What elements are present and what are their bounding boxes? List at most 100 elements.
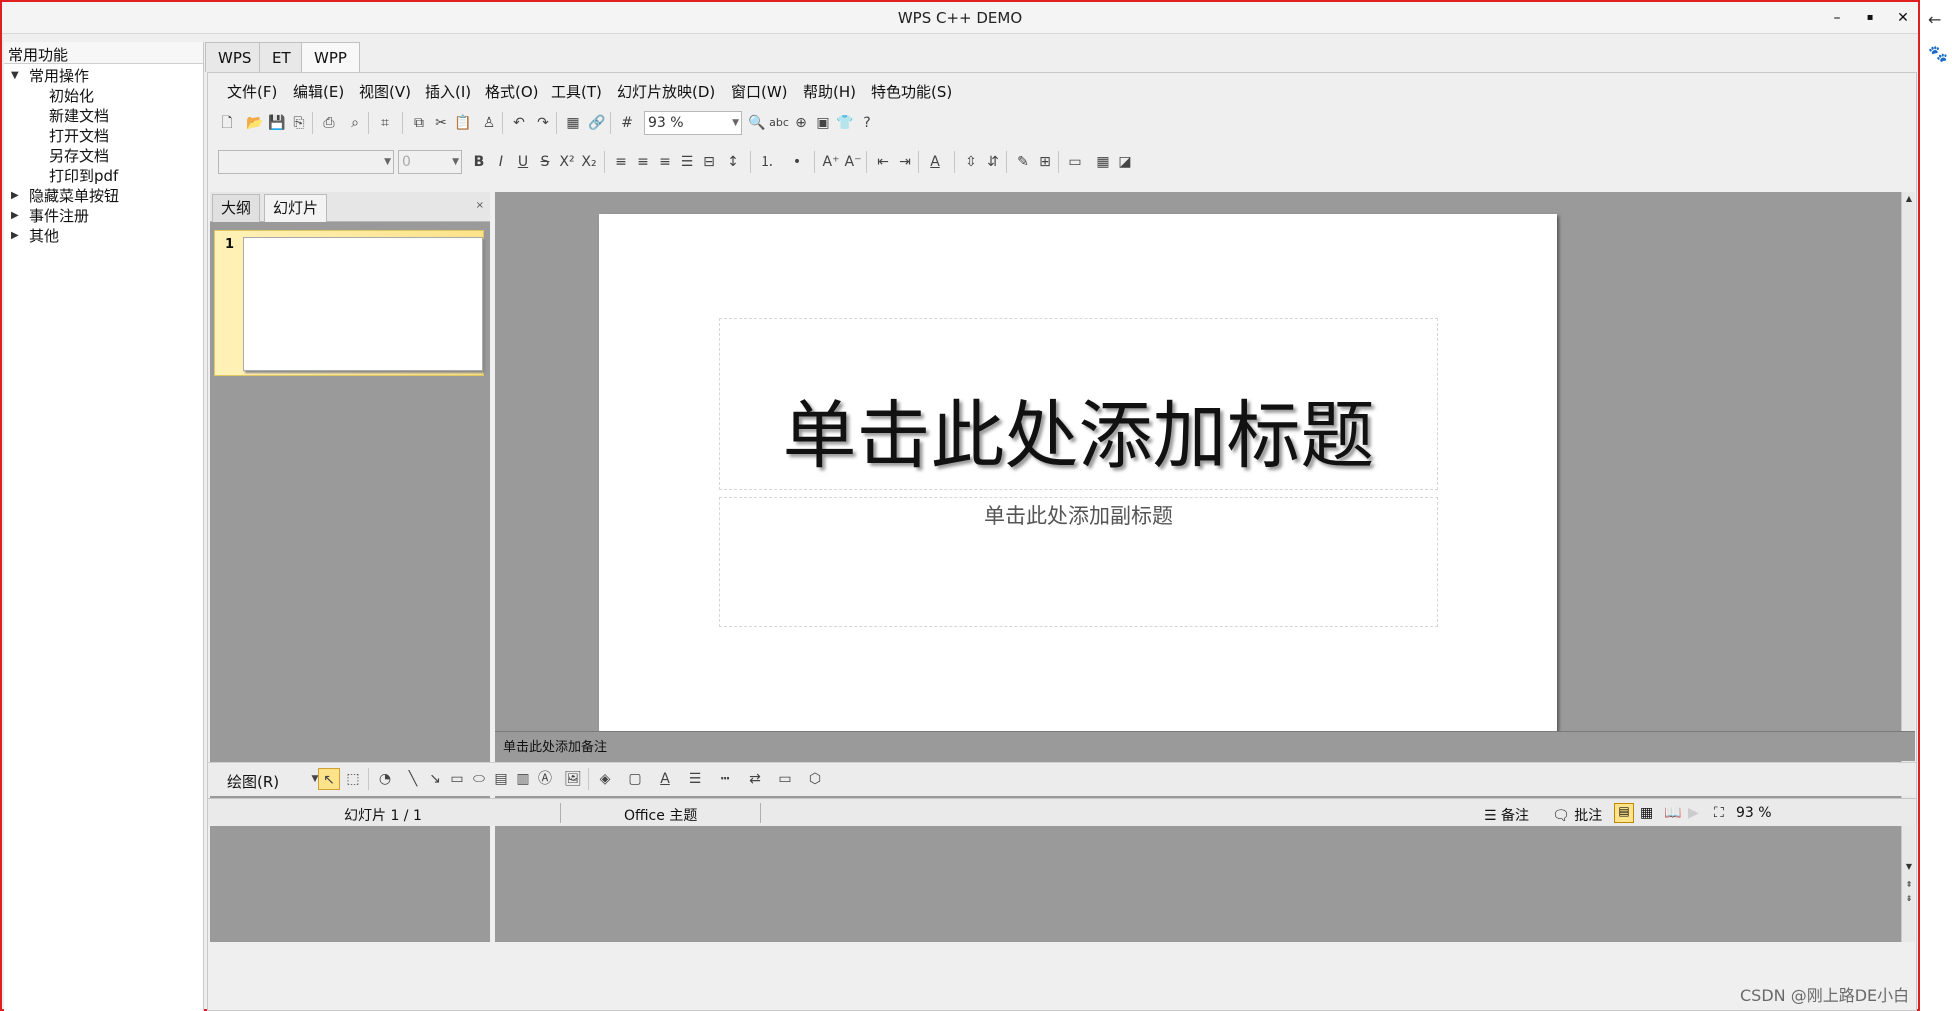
menu-special[interactable]: 特色功能(S) (868, 79, 955, 104)
tree-item-print-pdf[interactable]: 打印到pdf (4, 166, 203, 186)
align-left-icon[interactable]: ≡ (610, 151, 632, 173)
line-style-icon[interactable]: ☰ (684, 768, 706, 790)
save-icon[interactable]: 💾 (266, 112, 288, 134)
vertical-text-icon[interactable]: ▥ (512, 768, 534, 790)
shadow-icon[interactable]: ▭ (774, 768, 796, 790)
superscript-icon[interactable]: X² (556, 151, 578, 173)
dash-style-icon[interactable]: ┅ (714, 768, 736, 790)
line-spacing-icon[interactable]: ↕ (722, 151, 744, 173)
print-icon[interactable]: ⎙ (318, 112, 340, 134)
menu-format[interactable]: 格式(O) (482, 79, 542, 104)
play-icon[interactable]: ▶ (1688, 805, 1699, 821)
redo-icon[interactable]: ↷ (532, 112, 554, 134)
menu-slideshow[interactable]: 幻灯片放映(D) (614, 79, 718, 104)
line-color-icon[interactable]: ▢ (624, 768, 646, 790)
chevron-down-icon[interactable]: ▼ (384, 151, 391, 173)
new-slide-icon[interactable]: ⊞ (1034, 151, 1056, 173)
edit-note-icon[interactable]: ✎ (1012, 151, 1034, 173)
tree-group-other[interactable]: ▶ 其他 (4, 226, 203, 246)
slide-thumbnail-row[interactable]: 1 (214, 230, 484, 376)
spellcheck-icon[interactable]: abc (768, 112, 790, 134)
picture-icon[interactable]: 🖼 (562, 768, 584, 790)
table-icon[interactable]: ▦ (562, 112, 584, 134)
ellipse-icon[interactable]: ⬭ (468, 768, 490, 790)
paint-format-icon[interactable]: ♙ (478, 112, 500, 134)
paw-icon[interactable]: 🐾 (1928, 44, 1948, 63)
wordart-icon[interactable]: Ⓐ (534, 768, 556, 790)
tree-item-new-doc[interactable]: 新建文档 (4, 106, 203, 126)
hyperlink-icon[interactable]: 🔗 (586, 112, 608, 134)
menu-view[interactable]: 视图(V) (356, 79, 414, 104)
grid-icon[interactable]: # (616, 112, 638, 134)
select-area-icon[interactable]: ⬚ (342, 768, 364, 790)
tab-et[interactable]: ET (259, 42, 304, 72)
menu-insert[interactable]: 插入(I) (422, 79, 474, 104)
zoom-combo[interactable]: 93 % ▼ (644, 111, 742, 135)
layout-icon[interactable]: ▭ (1064, 151, 1086, 173)
table-grid-icon[interactable]: ▦ (1092, 151, 1114, 173)
status-zoom[interactable]: 93 % (1736, 805, 1772, 821)
font-color-icon[interactable]: A (654, 768, 676, 790)
justify-icon[interactable]: ☰ (676, 151, 698, 173)
italic-icon[interactable]: I (490, 151, 512, 173)
close-button[interactable]: ✕ (1888, 7, 1918, 29)
tree-group-events[interactable]: ▶ 事件注册 (4, 206, 203, 226)
design-icon[interactable]: ◪ (1114, 151, 1136, 173)
scroll-down-icon[interactable]: ▼ (1904, 862, 1914, 872)
back-arrow-icon[interactable]: ← (1928, 10, 1941, 29)
next-slide-icon[interactable]: ⇟ (1904, 894, 1914, 904)
normal-view-icon[interactable]: ▤ (1614, 803, 1634, 823)
menu-help[interactable]: 帮助(H) (800, 79, 859, 104)
numbered-list-icon[interactable]: ⒈ (756, 151, 778, 173)
comments-toggle[interactable]: 🗨 批注 (1552, 805, 1602, 825)
text-box-icon[interactable]: ▣ (812, 112, 834, 134)
font-name-combo[interactable]: ▼ (218, 150, 394, 174)
paragraph-spacing-icon[interactable]: ⇳ (960, 151, 982, 173)
paragraph-spacing-alt-icon[interactable]: ⇵ (982, 151, 1004, 173)
tree-item-save-as[interactable]: 另存文档 (4, 146, 203, 166)
subtitle-placeholder[interactable]: 单击此处添加副标题 (719, 497, 1438, 627)
tree-item-init[interactable]: 初始化 (4, 86, 203, 106)
close-icon[interactable]: × (476, 200, 484, 211)
slide-thumbnail[interactable] (243, 237, 483, 371)
tab-slides[interactable]: 幻灯片 (264, 194, 328, 222)
shirt-icon[interactable]: 👕 (834, 112, 856, 134)
slide-sorter-icon[interactable]: ▦ (1640, 805, 1653, 821)
tab-outline[interactable]: 大纲 (212, 194, 261, 222)
collapsed-arrow-icon[interactable]: ▶ (11, 226, 19, 246)
bullet-list-icon[interactable]: • (786, 151, 808, 173)
vertical-scrollbar[interactable]: ▲ ▼ ⇞ ⇟ (1901, 192, 1915, 942)
maximize-button[interactable]: ▪ (1855, 7, 1885, 29)
magnifier-icon[interactable]: 🔍 (746, 112, 768, 134)
font-color-icon[interactable]: A (924, 151, 946, 173)
tree-item-open-doc[interactable]: 打开文档 (4, 126, 203, 146)
expanded-arrow-icon[interactable]: ▼ (11, 66, 19, 86)
chevron-down-icon[interactable]: ▼ (452, 151, 459, 173)
fill-color-icon[interactable]: ◈ (594, 768, 616, 790)
paste-icon[interactable]: 📋 (452, 112, 474, 134)
subscript-icon[interactable]: X₂ (578, 151, 600, 173)
menu-file[interactable]: 文件(F) (224, 79, 280, 104)
open-folder-icon[interactable]: 📂 (244, 112, 266, 134)
previous-slide-icon[interactable]: ⇞ (1904, 880, 1914, 890)
collapsed-arrow-icon[interactable]: ▶ (11, 186, 19, 206)
select-arrow-icon[interactable]: ↖ (318, 768, 340, 790)
cut-icon[interactable]: ✂ (430, 112, 452, 134)
slide-canvas[interactable]: 单击此处添加标题 单击此处添加副标题 (599, 214, 1557, 752)
increase-indent-icon[interactable]: ⇥ (894, 151, 916, 173)
help-icon[interactable]: ? (856, 112, 878, 134)
copy-icon[interactable]: ⧉ (408, 112, 430, 134)
tree-group-common-ops[interactable]: ▼ 常用操作 (4, 66, 203, 86)
distribute-icon[interactable]: ⊟ (698, 151, 720, 173)
tab-wps[interactable]: WPS (205, 42, 265, 72)
arrow-line-icon[interactable]: ↘ (424, 768, 446, 790)
rectangle-icon[interactable]: ▭ (446, 768, 468, 790)
tab-wpp[interactable]: WPP (301, 42, 360, 74)
export-icon[interactable]: ⎘ (288, 112, 310, 134)
bold-icon[interactable]: B (468, 151, 490, 173)
increase-font-icon[interactable]: A⁺ (820, 151, 842, 173)
undo-icon[interactable]: ↶ (508, 112, 530, 134)
shapes-icon[interactable]: ◔ (374, 768, 396, 790)
tree-group-hide-menu[interactable]: ▶ 隐藏菜单按钮 (4, 186, 203, 206)
notes-toggle[interactable]: ☰ 备注 (1484, 805, 1529, 825)
